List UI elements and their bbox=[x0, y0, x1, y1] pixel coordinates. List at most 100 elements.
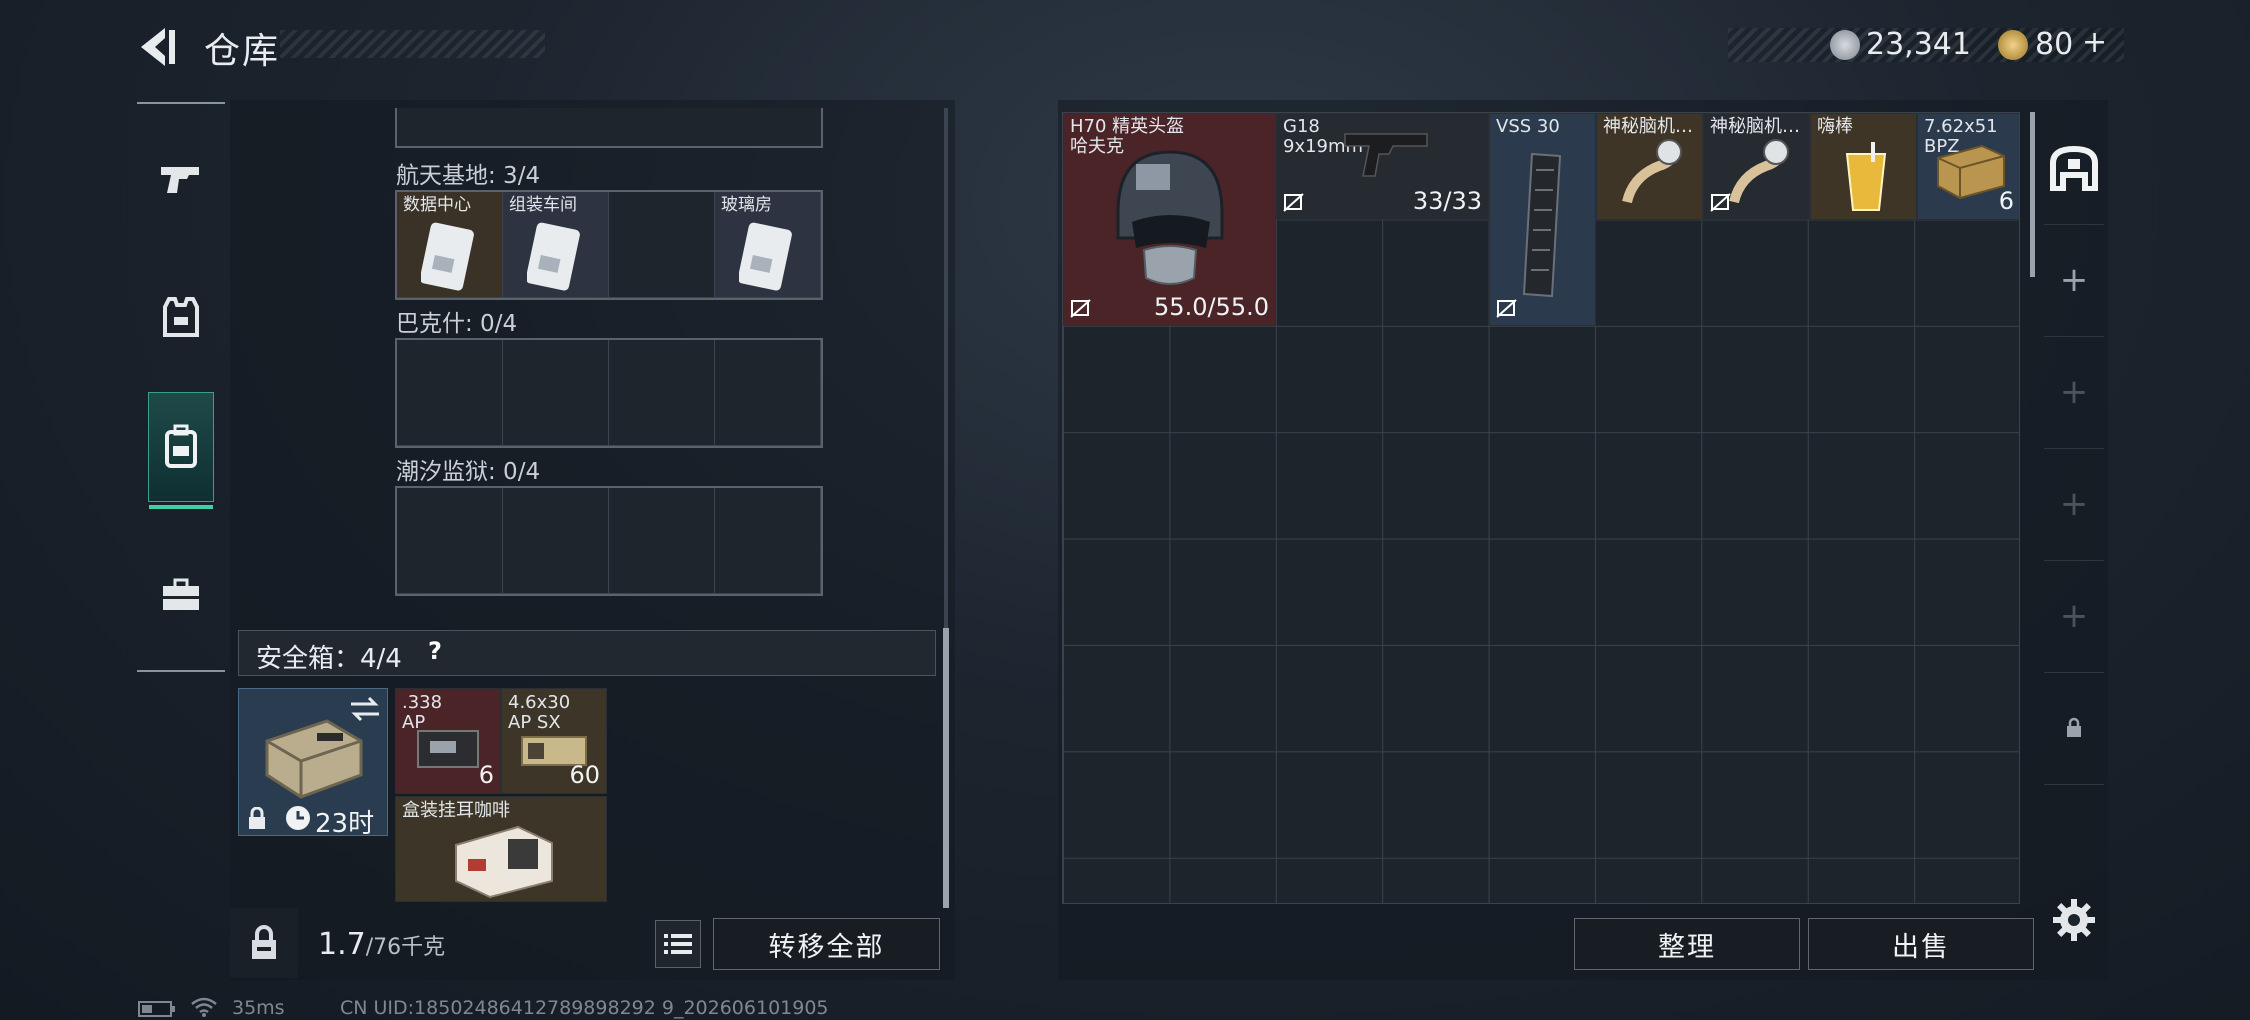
title-decoration bbox=[280, 30, 545, 58]
back-arrow-icon[interactable] bbox=[135, 24, 181, 70]
aerospace-grid: 数据中心 组装车间 玻璃房 bbox=[395, 190, 823, 300]
scrollbar-thumb[interactable] bbox=[943, 628, 949, 908]
ammo-item[interactable]: 4.6x30 AP SX 60 bbox=[501, 688, 607, 794]
transfer-all-button[interactable]: 转移全部 bbox=[713, 918, 940, 970]
gold-amount: 80 bbox=[2035, 27, 2074, 62]
ammo-box-icon bbox=[417, 730, 479, 768]
item-label: 神秘脑机… bbox=[1603, 116, 1693, 137]
empty-slot[interactable] bbox=[397, 340, 503, 446]
plus-icon: + bbox=[2059, 260, 2089, 300]
item-label: VSS 30 bbox=[1496, 116, 1560, 137]
pistol-icon bbox=[161, 167, 199, 193]
plus-icon: + bbox=[2059, 484, 2089, 524]
gold-coin-icon bbox=[1998, 30, 2028, 60]
nav-armor[interactable] bbox=[148, 262, 214, 372]
backpack-icon bbox=[165, 424, 197, 468]
nav-case[interactable] bbox=[148, 540, 214, 650]
ammo-crate-icon bbox=[1937, 144, 2005, 200]
magazine-icon bbox=[1522, 152, 1562, 298]
wifi-icon bbox=[191, 997, 217, 1017]
inventory-scrollbar[interactable] bbox=[2030, 112, 2035, 277]
empty-slot[interactable] bbox=[609, 192, 715, 298]
gear-icon[interactable] bbox=[2052, 898, 2096, 942]
coffee-item[interactable]: 盒装挂耳咖啡 bbox=[395, 796, 607, 902]
battery-icon bbox=[138, 1001, 175, 1017]
item-label: 神秘脑机… bbox=[1710, 116, 1800, 137]
empty-slot[interactable] bbox=[715, 488, 821, 594]
safe-case-icon bbox=[265, 719, 363, 799]
item-count: 6 bbox=[1998, 187, 2014, 215]
nav-weapons[interactable] bbox=[148, 124, 214, 234]
keycard-item[interactable]: 组装车间 bbox=[503, 192, 609, 298]
pistol-item[interactable]: G18 9x19mm 33/33 bbox=[1276, 113, 1489, 220]
section-label-aerospace: 航天基地: 3/4 bbox=[396, 163, 541, 189]
list-icon bbox=[664, 934, 692, 954]
silver-amount: 23,341 bbox=[1866, 27, 1971, 62]
no-repair-icon bbox=[1496, 299, 1517, 318]
safe-box-container[interactable]: 23时 bbox=[238, 688, 388, 839]
brain-chip-icon bbox=[1622, 139, 1682, 204]
empty-slot[interactable] bbox=[503, 340, 609, 446]
nav-divider bbox=[137, 670, 225, 672]
stash-tab[interactable] bbox=[2044, 112, 2104, 225]
lock-toggle[interactable] bbox=[230, 908, 298, 978]
helmet-item[interactable]: H70 精英头盔 哈夫克 55.0/55.0 bbox=[1063, 113, 1276, 326]
empty-slot[interactable] bbox=[715, 340, 821, 446]
add-gold-button[interactable]: + bbox=[2082, 25, 2107, 60]
lock-icon bbox=[249, 807, 265, 829]
drink-item[interactable]: 嗨棒 bbox=[1810, 113, 1917, 220]
keycard-item[interactable]: 玻璃房 bbox=[715, 192, 821, 298]
container-tabs: + + + + bbox=[2044, 112, 2104, 802]
plus-icon: + bbox=[2059, 596, 2089, 636]
weight-current: 1.7 bbox=[318, 927, 366, 962]
ammo-item[interactable]: 7.62x51 BPZ 6 bbox=[1917, 113, 2019, 220]
add-container-button[interactable]: + bbox=[2044, 224, 2104, 337]
item-count: 60 bbox=[569, 761, 600, 789]
uid-text: CN UID:18502486412789898292 9_2026061019… bbox=[340, 997, 829, 1019]
section-label-tidal-prison: 潮汐监狱: 0/4 bbox=[396, 459, 541, 485]
weight-max: /76千克 bbox=[365, 935, 446, 960]
add-container-button[interactable]: + bbox=[2044, 448, 2104, 561]
brain-chip-item[interactable]: 神秘脑机… bbox=[1703, 113, 1810, 220]
swap-icon[interactable] bbox=[349, 695, 381, 723]
ping-text: 35ms bbox=[232, 997, 285, 1019]
no-repair-icon bbox=[1283, 193, 1304, 212]
keycard-item[interactable]: 数据中心 bbox=[397, 192, 503, 298]
durability-value: 55.0/55.0 bbox=[1154, 293, 1269, 321]
no-repair-icon bbox=[1070, 299, 1091, 318]
empty-slot[interactable] bbox=[609, 488, 715, 594]
keycard-label: 玻璃房 bbox=[721, 195, 772, 215]
sort-button[interactable]: 整理 bbox=[1574, 918, 1800, 970]
locked-slot[interactable] bbox=[2044, 672, 2104, 785]
weight-indicator: 1.7/76千克 bbox=[318, 927, 445, 962]
sell-button[interactable]: 出售 bbox=[1808, 918, 2034, 970]
no-repair-icon bbox=[1710, 193, 1731, 212]
item-count: 6 bbox=[478, 761, 494, 789]
section-label-bakhsh: 巴克什: 0/4 bbox=[396, 311, 518, 337]
bakhsh-grid bbox=[395, 338, 823, 448]
brain-chip-item[interactable]: 神秘脑机… bbox=[1596, 113, 1703, 220]
plus-icon: + bbox=[2059, 372, 2089, 412]
coffee-box-icon bbox=[455, 825, 553, 899]
ammo-item[interactable]: .338 AP 6 bbox=[395, 688, 501, 794]
lock-icon bbox=[252, 925, 276, 959]
add-container-button[interactable]: + bbox=[2044, 336, 2104, 449]
keycard-icon bbox=[421, 222, 474, 291]
add-container-button[interactable]: + bbox=[2044, 560, 2104, 673]
g18-pistol-icon bbox=[1344, 133, 1428, 177]
magazine-item[interactable]: VSS 30 bbox=[1489, 113, 1596, 326]
keycard-icon bbox=[739, 222, 792, 291]
safe-box-grid: .338 AP 6 4.6x30 AP SX 60 盒装挂耳咖啡 bbox=[395, 688, 611, 902]
empty-slot[interactable] bbox=[397, 488, 503, 594]
page-title: 仓库 bbox=[204, 31, 281, 72]
keycard-icon bbox=[527, 222, 580, 291]
help-button[interactable]: ? bbox=[428, 637, 442, 665]
list-view-button[interactable] bbox=[655, 920, 701, 968]
empty-slot[interactable] bbox=[609, 340, 715, 446]
timer-text: 23时 bbox=[315, 809, 375, 839]
item-label: 盒装挂耳咖啡 bbox=[402, 800, 510, 821]
empty-slot[interactable] bbox=[503, 488, 609, 594]
silver-coin-icon bbox=[1830, 30, 1860, 60]
nav-backpack[interactable] bbox=[148, 392, 214, 509]
keycard-label: 组装车间 bbox=[509, 195, 577, 215]
